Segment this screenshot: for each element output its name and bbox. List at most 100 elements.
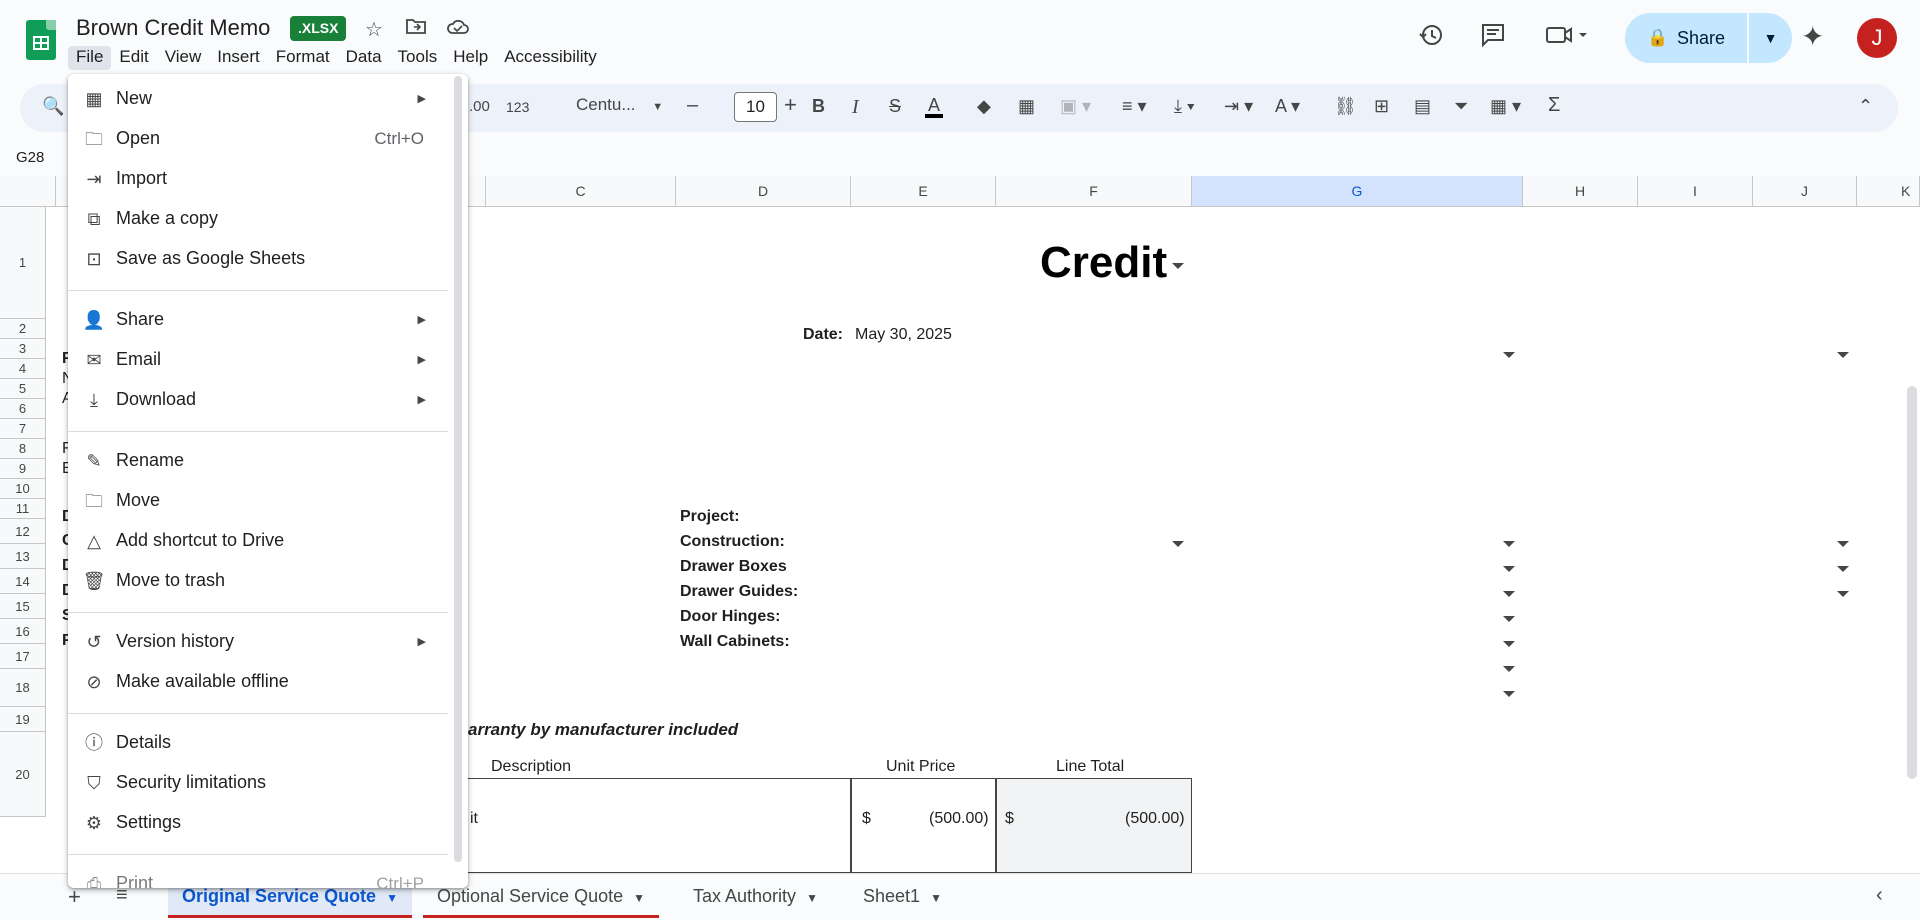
row-header[interactable]: 19: [0, 707, 46, 732]
dropdown-chip-icon[interactable]: [1837, 352, 1849, 358]
merge-cells-icon[interactable]: ▣ ▾: [1060, 96, 1091, 117]
row-header[interactable]: 6: [0, 399, 46, 419]
decimal-increase-button[interactable]: .00: [469, 98, 490, 115]
description-cell[interactable]: [460, 778, 851, 873]
text-rotation-icon[interactable]: A ▾: [1275, 96, 1300, 117]
tab-tax-authority[interactable]: Tax Authority ▼: [679, 874, 832, 918]
share-dropdown-button[interactable]: ▼: [1749, 13, 1792, 63]
file-menu-open[interactable]: 🗀 Open Ctrl+O: [68, 119, 448, 159]
dropdown-chip-icon[interactable]: [1172, 263, 1184, 269]
strikethrough-icon[interactable]: S: [889, 96, 901, 117]
column-header-k[interactable]: K: [1857, 176, 1920, 207]
dropdown-chip-icon[interactable]: [1172, 541, 1184, 547]
menu-help[interactable]: Help: [445, 46, 496, 70]
font-size-increase-button[interactable]: +: [784, 92, 797, 118]
dropdown-chip-icon[interactable]: [1503, 591, 1515, 597]
file-menu-make-available-offline[interactable]: ⊘ Make available offline: [68, 662, 448, 702]
dropdown-chip-icon[interactable]: [1503, 352, 1515, 358]
file-menu-save-as-google-sheets[interactable]: ⊡ Save as Google Sheets: [68, 239, 448, 279]
row-header[interactable]: 5: [0, 379, 46, 399]
menu-view[interactable]: View: [157, 46, 210, 70]
collapse-toolbar-icon[interactable]: ⌃: [1858, 96, 1873, 117]
row-header[interactable]: 15: [0, 594, 46, 619]
column-header-g[interactable]: G: [1192, 176, 1523, 207]
avatar[interactable]: J: [1857, 18, 1897, 58]
menu-edit[interactable]: Edit: [111, 46, 156, 70]
menu-data[interactable]: Data: [338, 46, 390, 70]
row-header[interactable]: 16: [0, 619, 46, 644]
font-size-decrease-button[interactable]: –: [687, 94, 698, 117]
insert-chart-icon[interactable]: ▤: [1414, 96, 1431, 117]
text-wrap-icon[interactable]: ⇥ ▾: [1224, 96, 1253, 117]
number-format-button[interactable]: 123: [506, 99, 529, 115]
file-menu-email[interactable]: ✉ Email ▶: [68, 340, 448, 380]
menu-scrollbar[interactable]: [454, 76, 462, 862]
column-header-j[interactable]: J: [1753, 176, 1857, 207]
italic-icon[interactable]: I: [852, 96, 859, 119]
font-family-select[interactable]: Centu... ▼: [576, 95, 663, 115]
file-menu-details[interactable]: ⓘ Details: [68, 723, 448, 763]
font-size-input[interactable]: 10: [734, 92, 777, 122]
insert-comment-icon[interactable]: ⊞: [1374, 96, 1389, 117]
file-menu-move-to-trash[interactable]: 🗑 Move to trash: [68, 561, 448, 601]
file-menu-settings[interactable]: ⚙ Settings: [68, 803, 448, 843]
menu-accessibility[interactable]: Accessibility: [496, 46, 605, 70]
version-history-icon[interactable]: [1418, 22, 1444, 55]
menu-insert[interactable]: Insert: [209, 46, 268, 70]
column-header-h[interactable]: H: [1523, 176, 1638, 207]
bold-icon[interactable]: B: [812, 96, 825, 117]
column-header-c[interactable]: C: [486, 176, 676, 207]
row-header[interactable]: 3: [0, 339, 46, 359]
dropdown-chip-icon[interactable]: [1837, 566, 1849, 572]
move-folder-icon[interactable]: [406, 17, 426, 41]
dropdown-chip-icon[interactable]: [1503, 541, 1515, 547]
row-header[interactable]: 14: [0, 569, 46, 594]
document-title[interactable]: Brown Credit Memo: [76, 15, 270, 41]
dropdown-chip-icon[interactable]: [1503, 691, 1515, 697]
dropdown-chip-icon[interactable]: [1503, 616, 1515, 622]
menu-tools[interactable]: Tools: [390, 46, 446, 70]
date-value[interactable]: May 30, 2025: [855, 326, 952, 344]
tab-sheet1[interactable]: Sheet1 ▼: [849, 874, 956, 918]
row-header[interactable]: 13: [0, 544, 46, 569]
row-header[interactable]: 2: [0, 319, 46, 339]
text-color-icon[interactable]: A: [925, 96, 944, 118]
column-header-e[interactable]: E: [851, 176, 996, 207]
file-menu-rename[interactable]: ✎ Rename: [68, 441, 448, 481]
row-header[interactable]: 9: [0, 459, 46, 479]
gemini-spark-icon[interactable]: ✦: [1801, 20, 1824, 53]
collapse-side-panel-icon[interactable]: ‹: [1876, 884, 1883, 907]
row-header[interactable]: 7: [0, 419, 46, 439]
name-box[interactable]: G28: [16, 149, 44, 166]
comments-icon[interactable]: [1480, 22, 1506, 55]
row-header[interactable]: 18: [0, 669, 46, 707]
column-header-d[interactable]: D: [676, 176, 851, 207]
dropdown-chip-icon[interactable]: [1503, 641, 1515, 647]
file-menu-add-shortcut[interactable]: △ Add shortcut to Drive: [68, 521, 448, 561]
dropdown-chip-icon[interactable]: [1837, 591, 1849, 597]
file-menu-security-limitations[interactable]: ⛉ Security limitations: [68, 763, 448, 803]
functions-icon[interactable]: Σ: [1548, 94, 1560, 117]
search-menus-icon[interactable]: 🔍: [42, 96, 64, 117]
column-header-i[interactable]: I: [1638, 176, 1753, 207]
row-header[interactable]: 8: [0, 439, 46, 459]
filter-views-icon[interactable]: ▦ ▾: [1490, 96, 1521, 117]
row-header[interactable]: 4: [0, 359, 46, 379]
file-menu-move[interactable]: 🗀 Move: [68, 481, 448, 521]
insert-link-icon[interactable]: ⛓: [1334, 96, 1357, 117]
file-menu-share[interactable]: 👤 Share ▶: [68, 300, 448, 340]
file-menu-import[interactable]: ⇥ Import: [68, 159, 448, 199]
file-menu-version-history[interactable]: ↺ Version history ▶: [68, 622, 448, 662]
sheets-logo-icon[interactable]: [26, 20, 56, 60]
share-button[interactable]: 🔒 Share: [1625, 13, 1747, 63]
row-header[interactable]: 11: [0, 499, 46, 519]
dropdown-chip-icon[interactable]: [1503, 566, 1515, 572]
dropdown-chip-icon[interactable]: [1837, 541, 1849, 547]
row-header[interactable]: 17: [0, 644, 46, 669]
vertical-scrollbar[interactable]: [1907, 386, 1917, 779]
select-all-corner[interactable]: [0, 176, 56, 207]
star-icon[interactable]: ☆: [365, 17, 383, 42]
row-header[interactable]: 10: [0, 479, 46, 499]
dropdown-chip-icon[interactable]: [1503, 666, 1515, 672]
row-header[interactable]: 12: [0, 519, 46, 544]
